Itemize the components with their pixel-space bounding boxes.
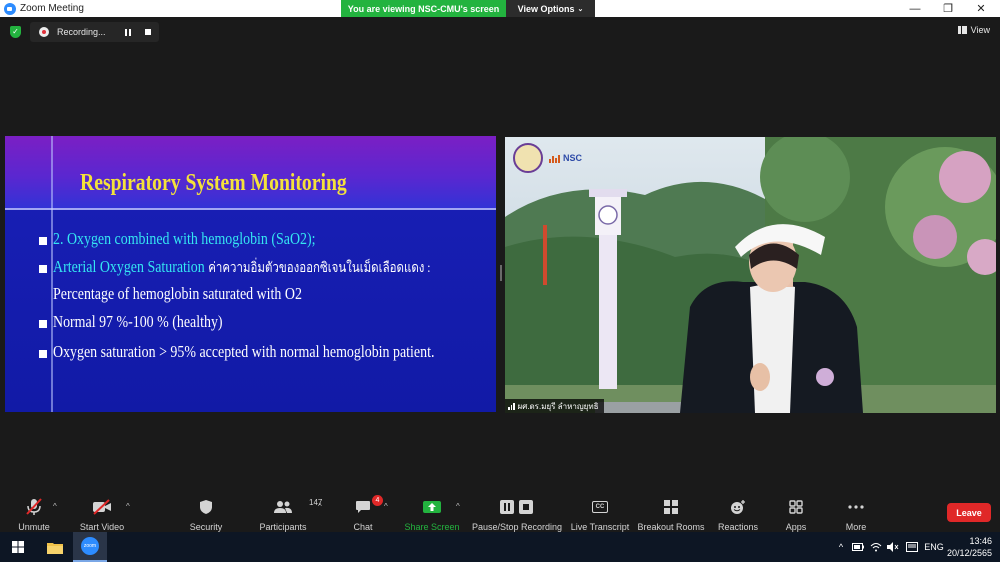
nsc-logo-text: NSC — [563, 153, 583, 163]
slide-line-2: Arterial Oxygen Saturation ค่าความอิ่มตั… — [53, 257, 430, 279]
security-label: Security — [189, 522, 223, 532]
view-label: View — [970, 25, 990, 35]
video-frame — [505, 137, 996, 413]
microphone-muted-icon — [26, 496, 42, 518]
bullet-icon — [39, 237, 47, 245]
slide-line-3: Percentage of hemoglobin saturated with … — [53, 284, 302, 303]
stop-icon — [145, 29, 151, 35]
battery-icon[interactable] — [851, 532, 865, 562]
clock-date: 20/12/2565 — [946, 548, 992, 558]
share-chevron-icon[interactable]: ^ — [456, 502, 460, 511]
restore-button[interactable]: ❐ — [931, 0, 965, 17]
share-screen-icon — [423, 496, 441, 518]
unmute-label: Unmute — [18, 522, 50, 532]
recording-label: Recording... — [57, 27, 106, 37]
minimize-button[interactable]: — — [898, 0, 932, 17]
university-seal-icon — [513, 143, 543, 173]
close-button[interactable]: ✕ — [964, 0, 998, 17]
start-button[interactable] — [6, 532, 30, 562]
apps-label: Apps — [785, 522, 807, 532]
slide-divider-horizontal — [5, 208, 496, 210]
view-options-button[interactable]: View Options ⌄ — [506, 0, 595, 17]
more-dots-icon — [848, 496, 864, 518]
windows-logo-icon — [12, 541, 24, 553]
viewing-banner: You are viewing NSC-CMU's screen View Op… — [341, 0, 595, 17]
slide-line-5: Oxygen saturation > 95% accepted with no… — [53, 342, 435, 361]
view-options-label: View Options — [517, 3, 575, 14]
slide-title: Respiratory System Monitoring — [80, 170, 347, 196]
pause-icon — [125, 28, 131, 36]
reactions-label: Reactions — [717, 522, 759, 532]
speaker-video[interactable]: NSC ผศ.ดร.มยุรี ลำหาญยุทธิ — [505, 137, 996, 413]
slide-line-1: 2. Oxygen combined with hemoglobin (SaO2… — [53, 229, 316, 249]
view-button[interactable]: View — [957, 25, 990, 35]
viewing-status: You are viewing NSC-CMU's screen — [341, 0, 506, 17]
share-screen-label: Share Screen — [404, 522, 460, 532]
bullet-icon — [39, 265, 47, 273]
chat-label: Chat — [353, 522, 373, 532]
show-hidden-icons-chevron-icon[interactable]: ^ — [834, 532, 848, 562]
slide-line-1-text: 2. Oxygen combined with hemoglobin (SaO2… — [53, 229, 316, 248]
participant-name-tag: ผศ.ดร.มยุรี ลำหาญยุทธิ — [505, 399, 604, 413]
participants-chevron-icon[interactable]: ^ — [318, 502, 322, 511]
split-view-handle[interactable] — [500, 265, 502, 281]
bullet-icon — [39, 350, 47, 358]
participants-icon: 147 — [273, 496, 322, 518]
volume-muted-icon[interactable] — [886, 532, 900, 562]
wifi-icon[interactable] — [869, 532, 883, 562]
nsc-logo: NSC — [549, 153, 582, 163]
apps-icon — [789, 496, 803, 518]
encryption-shield-icon[interactable]: ✓ — [10, 26, 21, 38]
zoom-logo-icon — [4, 2, 16, 15]
breakout-rooms-icon — [664, 496, 678, 518]
zoom-taskbar-button[interactable]: zoom — [73, 532, 107, 562]
audio-options-chevron-icon[interactable]: ^ — [53, 502, 57, 511]
stop-recording-button[interactable] — [141, 26, 155, 38]
leave-button[interactable]: Leave — [947, 503, 991, 522]
slide-line-2-thai: ค่าความอิ่มตัวของออกซิเจนในเม็ดเลือดแดง … — [208, 261, 431, 276]
system-clock[interactable]: 13:46 20/12/2565 — [947, 535, 992, 559]
windows-taskbar — [0, 532, 1000, 562]
live-transcript-label: Live Transcript — [570, 522, 630, 532]
participants-label: Participants — [259, 522, 307, 532]
zoom-window: Zoom Meeting You are viewing NSC-CMU's s… — [0, 0, 1000, 562]
pause-recording-button[interactable] — [121, 26, 135, 38]
action-center-icon[interactable] — [904, 532, 920, 562]
pause-stop-recording-label: Pause/Stop Recording — [471, 522, 563, 532]
more-label: More — [845, 522, 867, 532]
folder-icon — [47, 542, 63, 554]
input-language[interactable]: ENG — [922, 532, 946, 562]
slide-line-2-cyan: Arterial Oxygen Saturation — [53, 257, 205, 276]
shared-screen: Respiratory System Monitoring 2. Oxygen … — [5, 136, 496, 412]
institution-logos: NSC — [513, 143, 582, 173]
file-explorer-taskbar-button[interactable] — [42, 532, 68, 562]
view-layout-icon — [957, 26, 967, 34]
signal-icon — [508, 402, 515, 410]
slide-line-4: Normal 97 %-100 % (healthy) — [53, 312, 223, 331]
breakout-rooms-label: Breakout Rooms — [637, 522, 705, 532]
closed-caption-icon: CC — [592, 496, 608, 518]
language-label: ENG — [924, 542, 944, 552]
participant-name: ผศ.ดร.มยุรี ลำหาญยุทธิ — [517, 401, 599, 411]
window-title: Zoom Meeting — [20, 3, 84, 14]
zoom-taskbar-icon: zoom — [81, 537, 99, 555]
video-options-chevron-icon[interactable]: ^ — [126, 502, 130, 511]
start-video-label: Start Video — [79, 522, 125, 532]
chevron-down-icon: ⌄ — [577, 5, 584, 13]
smiley-icon — [730, 496, 746, 518]
cc-text: CC — [592, 501, 608, 513]
recording-dot-icon — [39, 27, 49, 37]
chat-badge: 4 — [372, 495, 383, 506]
clock-time: 13:46 — [969, 536, 992, 546]
chat-icon: 4 — [355, 495, 383, 518]
chat-chevron-icon[interactable]: ^ — [384, 502, 388, 511]
camera-off-icon — [92, 496, 112, 518]
bullet-icon — [39, 320, 47, 328]
recording-indicator: Recording... — [30, 22, 159, 42]
security-shield-icon — [199, 496, 213, 518]
recording-controls-icon — [499, 496, 535, 518]
